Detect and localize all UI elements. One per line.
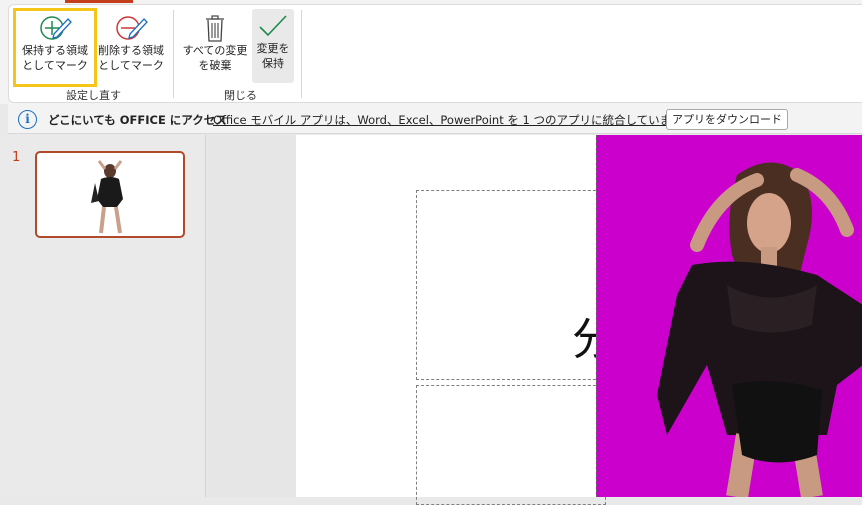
keep-changes-button[interactable]: 変更を 保持 xyxy=(252,9,294,83)
slide-number: 1 xyxy=(12,150,21,165)
slide-thumbnail-pane: 1 xyxy=(0,135,206,497)
group-label-refine: 設定し直す xyxy=(66,89,121,102)
discard-label-line2: を破棄 xyxy=(198,59,232,72)
slide-thumbnail[interactable] xyxy=(35,151,185,238)
group-separator xyxy=(301,10,302,98)
plus-pencil-icon xyxy=(40,16,72,40)
group-separator xyxy=(173,10,174,98)
discard-label-line1: すべての変更 xyxy=(182,44,248,57)
person-image xyxy=(597,135,862,497)
remove-label-line1: 削除する領域 xyxy=(98,44,164,57)
content-placeholder[interactable] xyxy=(416,385,606,505)
checkmark-icon xyxy=(259,15,287,37)
thumbnail-person-image xyxy=(91,160,123,234)
save-label-line2: 保持 xyxy=(262,57,284,70)
mark-areas-to-keep-button[interactable]: 保持する領域 としてマーク xyxy=(13,8,97,87)
ribbon: 保持する領域 としてマーク 削除する領域 としてマーク すべての変更 を破棄 変… xyxy=(0,0,862,104)
trash-icon xyxy=(206,15,224,42)
active-tab-indicator xyxy=(65,0,133,3)
info-bar: i どこにいても OFFICE にアクセス Office モバイル アプリは、W… xyxy=(8,104,862,134)
discard-all-changes-button[interactable]: すべての変更 を破棄 xyxy=(180,11,250,83)
info-icon: i xyxy=(18,110,37,129)
remove-label-line2: としてマーク xyxy=(98,59,164,72)
keep-label-line1: 保持する領域 xyxy=(22,44,88,57)
minus-pencil-icon xyxy=(116,16,148,40)
info-title: どこにいても OFFICE にアクセス xyxy=(48,113,227,127)
keep-label-line2: としてマーク xyxy=(22,59,88,72)
info-message-link[interactable]: Office モバイル アプリは、Word、Excel、PowerPoint を… xyxy=(213,112,693,128)
background-removal-image[interactable] xyxy=(596,135,862,497)
save-label-line1: 変更を xyxy=(256,42,290,55)
group-label-close: 閉じる xyxy=(224,89,257,102)
download-app-button[interactable]: アプリをダウンロード xyxy=(666,109,788,130)
mark-areas-to-remove-button[interactable]: 削除する領域 としてマーク xyxy=(96,11,166,83)
